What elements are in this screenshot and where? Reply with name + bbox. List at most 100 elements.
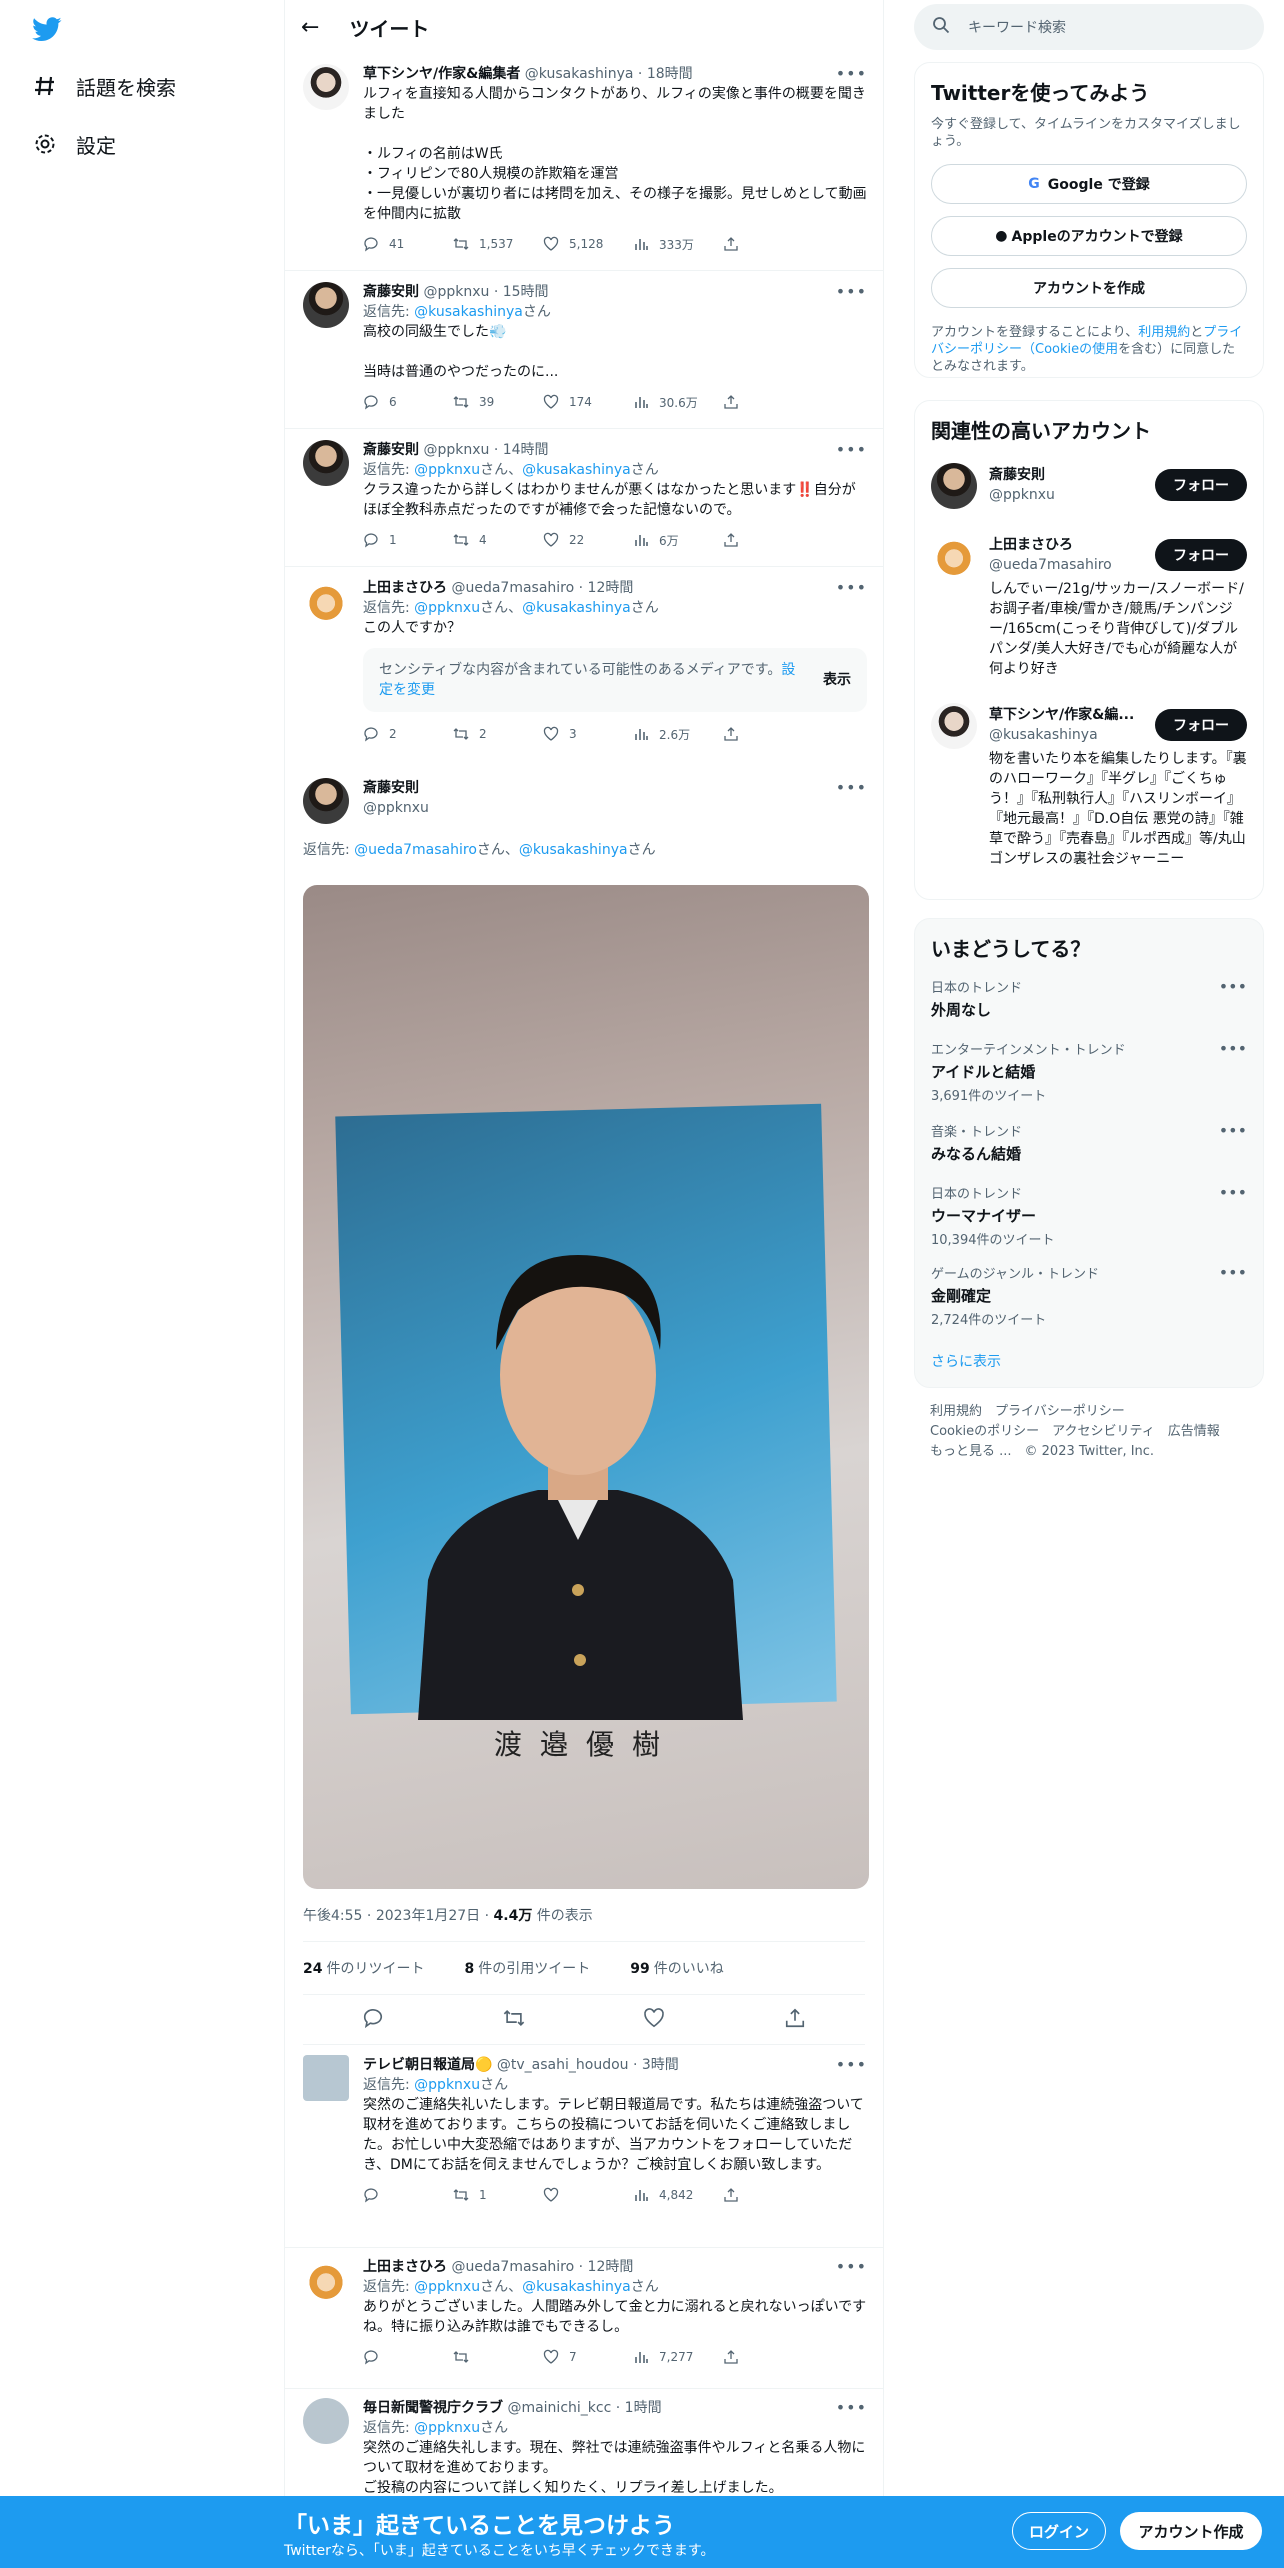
mention-link[interactable]: @kusakashinya <box>522 462 631 478</box>
show-media-button[interactable]: 表示 <box>823 670 851 690</box>
avatar[interactable] <box>931 463 977 509</box>
tweet[interactable]: 斎藤安則 @ppknxu · 14時間 返信先: @ppknxuさん、@kusa… <box>363 440 867 550</box>
google-signup-button[interactable]: G Google で登録 <box>931 164 1247 204</box>
more-icon[interactable]: ••• <box>1219 977 1247 996</box>
author-handle[interactable]: @ueda7masahiro <box>451 580 574 596</box>
share-button[interactable] <box>723 532 813 548</box>
tweet[interactable]: テレビ朝日報道局🟡 @tv_asahi_houdou · 3時間 返信先: @p… <box>363 2055 867 2205</box>
mention-link[interactable]: @ppknxu <box>414 2077 480 2093</box>
author-handle[interactable]: @kusakashinya <box>525 66 634 82</box>
share-button[interactable] <box>723 726 813 742</box>
reply-button[interactable] <box>363 2349 453 2365</box>
likes-stat[interactable]: 99 件のいいね <box>630 1958 743 1978</box>
back-arrow-icon[interactable]: ← <box>301 15 319 40</box>
like-button[interactable]: 174 <box>543 394 633 410</box>
tweet[interactable]: 草下シンヤ/作家&編集者 @kusakashinya · 18時間 ルフィを直接… <box>363 64 867 254</box>
related-user[interactable]: 斎藤安則 @ppknxu <box>989 465 1055 505</box>
author-name[interactable]: 斎藤安則 <box>363 284 419 300</box>
reply-button[interactable]: 1 <box>363 532 453 548</box>
mention-link[interactable]: @ppknxu <box>414 600 480 616</box>
more-icon[interactable]: ••• <box>1219 1263 1247 1282</box>
mention-link[interactable]: @kusakashinya <box>519 842 628 858</box>
timestamp[interactable]: 18時間 <box>647 66 693 82</box>
reply-icon[interactable] <box>362 2007 384 2033</box>
author-handle[interactable]: @mainichi_kcc <box>507 2400 611 2416</box>
trend-item[interactable]: 音楽・トレンド みなるん結婚 ••• <box>931 1121 1247 1164</box>
author-name[interactable]: テレビ朝日報道局 <box>363 2057 475 2073</box>
search-box[interactable]: キーワード検索 <box>914 4 1264 50</box>
avatar[interactable] <box>931 703 977 749</box>
avatar[interactable] <box>303 2055 349 2101</box>
timestamp[interactable]: 3時間 <box>642 2057 679 2073</box>
retweet-button[interactable]: 39 <box>453 394 543 410</box>
author-name[interactable]: 毎日新聞警視庁クラブ <box>363 2400 503 2416</box>
terms-link[interactable]: 利用規約 <box>1138 325 1190 340</box>
like-button[interactable] <box>543 2187 633 2203</box>
more-icon[interactable]: ••• <box>1219 1183 1247 1202</box>
more-icon[interactable]: ••• <box>1219 1121 1247 1140</box>
retweet-button[interactable] <box>453 2349 543 2365</box>
views-button[interactable]: 2.6万 <box>633 726 723 743</box>
avatar[interactable] <box>303 282 349 328</box>
quotes-stat[interactable]: 8 件の引用ツイート <box>464 1958 610 1978</box>
timestamp[interactable]: 15時間 <box>503 284 549 300</box>
author-name[interactable]: 斎藤安則 <box>363 442 419 458</box>
follow-button[interactable]: フォロー <box>1155 539 1247 571</box>
views-button[interactable]: 4,842 <box>633 2187 723 2203</box>
timestamp[interactable]: 1時間 <box>625 2400 662 2416</box>
avatar[interactable] <box>303 64 349 110</box>
heart-icon[interactable] <box>643 2007 665 2033</box>
share-button[interactable] <box>723 2349 813 2365</box>
views-button[interactable]: 7,277 <box>633 2349 723 2365</box>
like-button[interactable]: 3 <box>543 726 633 742</box>
author-name[interactable]: 上田まさひろ <box>363 580 447 596</box>
mention-link[interactable]: @ueda7masahiro <box>354 842 477 858</box>
trend-item[interactable]: 日本のトレンド 外周なし ••• <box>931 977 1247 1020</box>
mention-link[interactable]: @ppknxu <box>414 462 480 478</box>
mention-link[interactable]: @ppknxu <box>414 2420 480 2436</box>
avatar[interactable] <box>303 2398 349 2444</box>
tweet[interactable]: 上田まさひろ @ueda7masahiro · 12時間 返信先: @ppknx… <box>363 578 867 744</box>
apple-signup-button[interactable]: ● Appleのアカウントで登録 <box>931 216 1247 256</box>
reply-button[interactable] <box>363 2187 453 2203</box>
follow-button[interactable]: フォロー <box>1155 469 1247 501</box>
trend-item[interactable]: ゲームのジャンル・トレンド 金剛確定 2,724件のツイート ••• <box>931 1263 1247 1328</box>
more-icon[interactable]: ••• <box>1219 1039 1247 1058</box>
views-button[interactable]: 333万 <box>633 236 723 253</box>
views-button[interactable]: 6万 <box>633 532 723 549</box>
reply-button[interactable]: 6 <box>363 394 453 410</box>
follow-button[interactable]: フォロー <box>1155 709 1247 741</box>
tweet-time[interactable]: 午後4:55 <box>303 1908 362 1924</box>
timestamp[interactable]: 14時間 <box>503 442 549 458</box>
share-button[interactable] <box>723 2187 813 2203</box>
retweet-button[interactable]: 4 <box>453 532 543 548</box>
create-account-button[interactable]: アカウントを作成 <box>931 268 1247 308</box>
tweet[interactable]: 斎藤安則 @ppknxu · 15時間 返信先: @kusakashinyaさん… <box>363 282 867 412</box>
nav-explore[interactable]: 話題を検索 <box>32 66 176 106</box>
avatar[interactable] <box>303 578 349 624</box>
mention-link[interactable]: @kusakashinya <box>522 2279 631 2295</box>
author-name[interactable]: 草下シンヤ/作家&編集者 <box>363 66 520 82</box>
author-handle[interactable]: @ppknxu <box>423 442 489 458</box>
share-icon[interactable] <box>784 2007 806 2033</box>
author-handle[interactable]: @ppknxu <box>363 800 429 816</box>
trend-item[interactable]: エンターテインメント・トレンド アイドルと結婚 3,691件のツイート ••• <box>931 1039 1247 1104</box>
avatar[interactable] <box>303 778 349 824</box>
like-button[interactable]: 7 <box>543 2349 633 2365</box>
retweets-stat[interactable]: 24 件のリツイート <box>303 1958 444 1978</box>
tweet-photo[interactable]: 渡邉優樹 <box>303 885 869 1889</box>
mention-link[interactable]: @kusakashinya <box>522 600 631 616</box>
views-button[interactable]: 30.6万 <box>633 394 723 411</box>
login-button[interactable]: ログイン <box>1012 2512 1106 2550</box>
retweet-button[interactable]: 1,537 <box>453 236 543 252</box>
like-button[interactable]: 5,128 <box>543 236 633 252</box>
footer-line[interactable]: もっと見る ... © 2023 Twitter, Inc. <box>930 1442 1220 1462</box>
tweet-date[interactable]: 2023年1月27日 <box>376 1908 480 1924</box>
tweet[interactable]: 毎日新聞警視庁クラブ @mainichi_kcc · 1時間 返信先: @ppk… <box>363 2398 867 2498</box>
avatar[interactable] <box>303 440 349 486</box>
mention-link[interactable]: @kusakashinya <box>414 304 523 320</box>
trend-item[interactable]: 日本のトレンド ウーマナイザー 10,394件のツイート ••• <box>931 1183 1247 1248</box>
search-input[interactable]: キーワード検索 <box>968 17 1066 37</box>
retweet-button[interactable]: 2 <box>453 726 543 742</box>
timestamp[interactable]: 12時間 <box>588 580 634 596</box>
